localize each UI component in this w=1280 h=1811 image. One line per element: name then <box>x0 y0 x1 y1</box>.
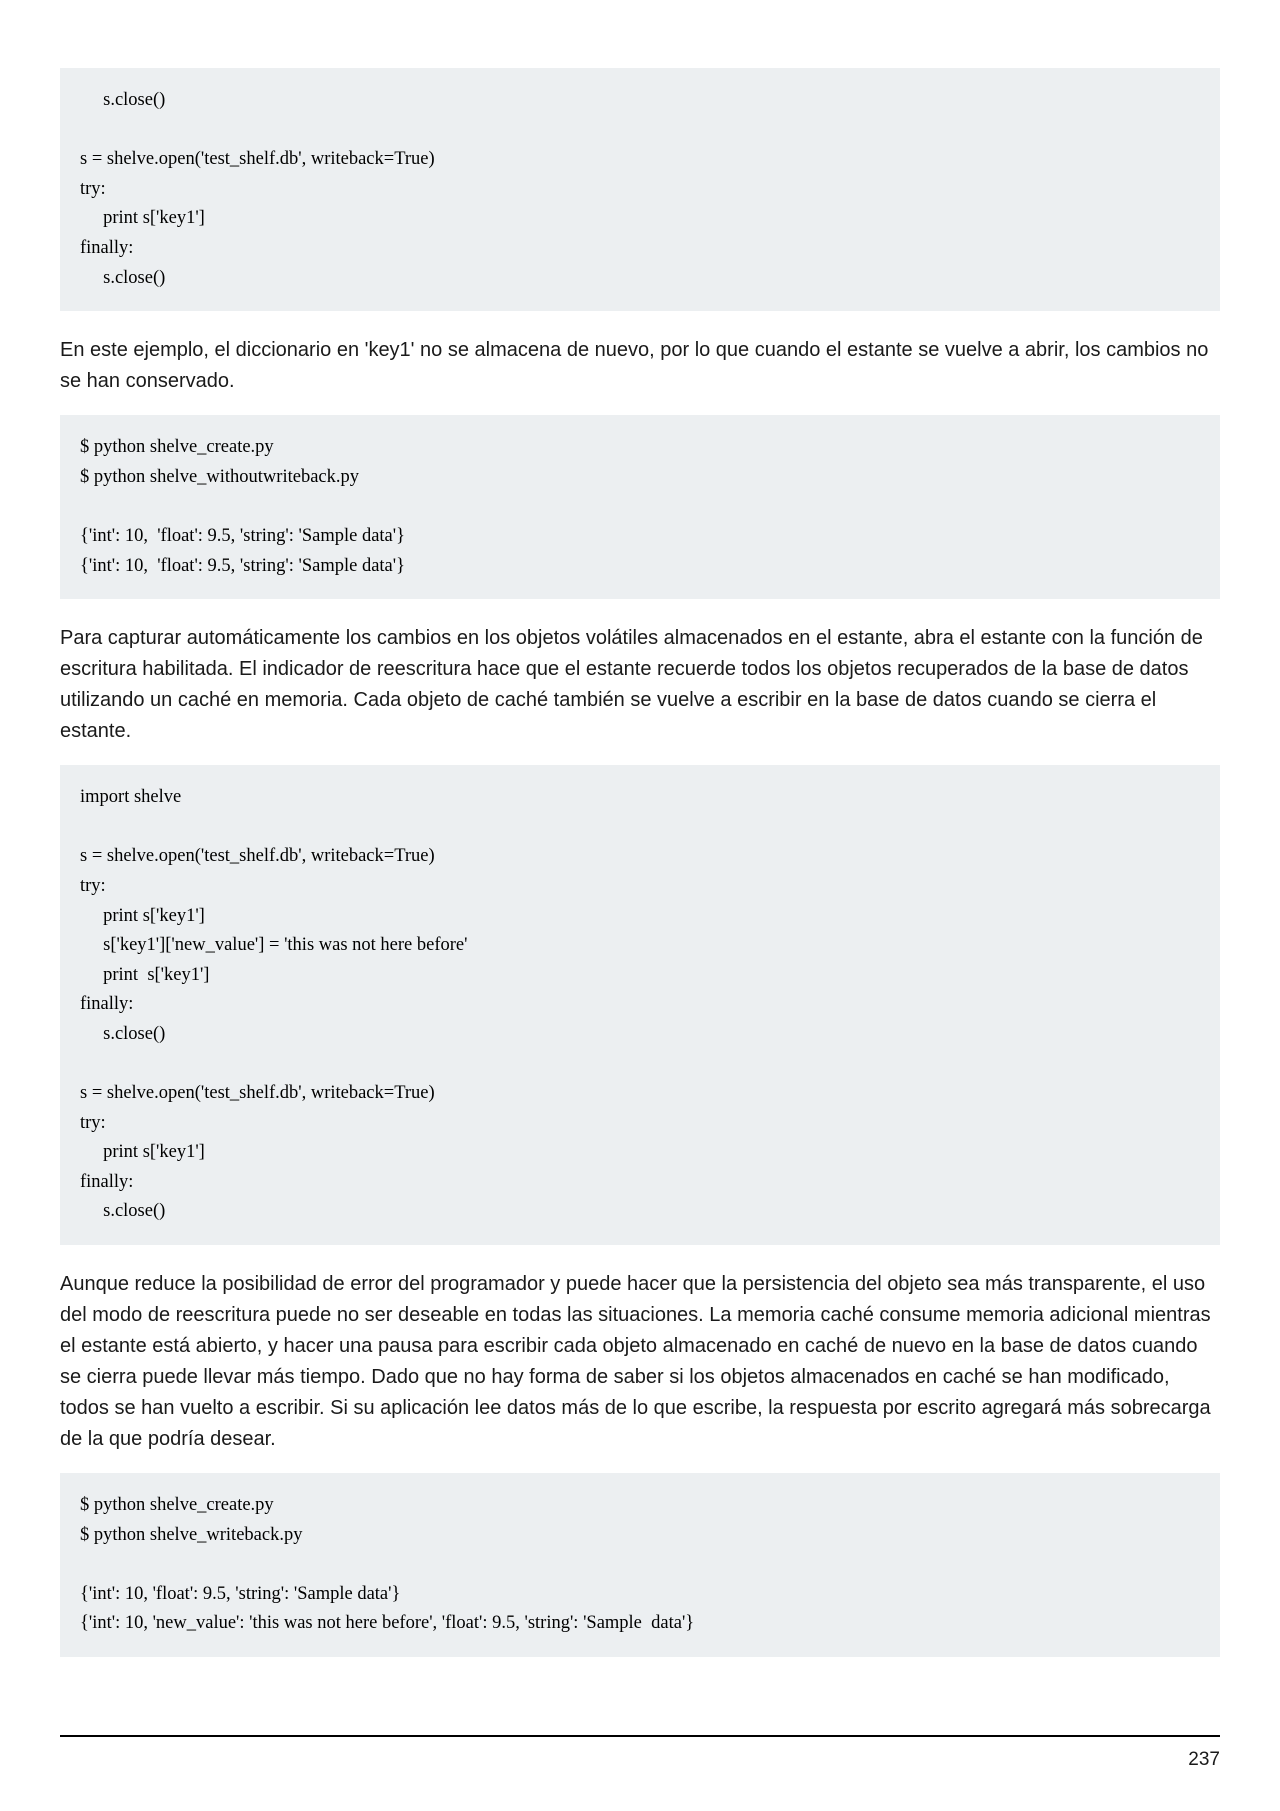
code-block-1: s.close() s = shelve.open('test_shelf.db… <box>60 68 1220 311</box>
paragraph-1: En este ejemplo, el diccionario en 'key1… <box>60 335 1220 397</box>
page-number: 237 <box>60 1749 1220 1771</box>
paragraph-2: Para capturar automáticamente los cambio… <box>60 623 1220 747</box>
code-block-4: $ python shelve_create.py $ python shelv… <box>60 1473 1220 1657</box>
paragraph-3: Aunque reduce la posibilidad de error de… <box>60 1269 1220 1455</box>
code-block-2: $ python shelve_create.py $ python shelv… <box>60 415 1220 599</box>
footer-rule <box>60 1735 1220 1737</box>
code-block-3: import shelve s = shelve.open('test_shel… <box>60 765 1220 1245</box>
page-footer: 237 <box>60 1735 1220 1771</box>
